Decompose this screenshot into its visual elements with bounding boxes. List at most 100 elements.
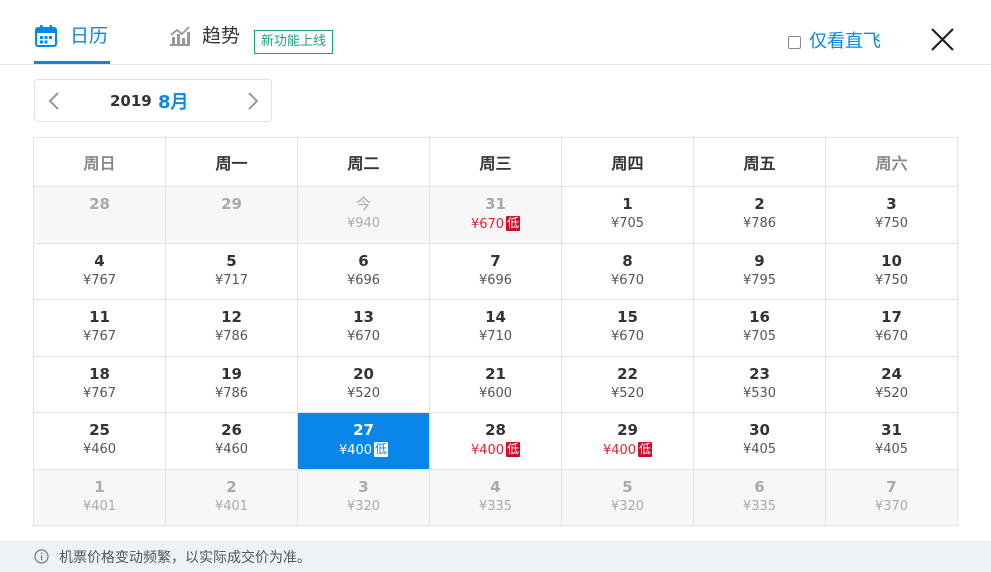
calendar-week-row: 28 29 今 ¥940 31 ¥670 低 1 ¥705 2 ¥786 3 ¥750	[34, 187, 958, 244]
calendar-day[interactable]: 30 ¥405	[694, 413, 826, 470]
day-price: ¥795	[694, 273, 825, 289]
day-number: 25	[89, 421, 110, 439]
tab-calendar[interactable]: 日历	[34, 24, 110, 64]
price-value: ¥940	[346, 216, 381, 231]
price-value: ¥460	[214, 442, 249, 457]
day-price: ¥670	[562, 329, 693, 345]
price-value: ¥750	[874, 272, 909, 288]
day-number: 9	[754, 251, 765, 270]
price-value: ¥696	[346, 272, 381, 288]
calendar-week-row: 1 ¥401 2 ¥401 3 ¥320 4 ¥335 5 ¥320 6 ¥335 7 ¥370	[34, 469, 958, 526]
day-price: ¥405	[694, 442, 825, 458]
day-price: ¥401	[166, 499, 297, 515]
calendar-day[interactable]: 19 ¥786	[166, 356, 298, 413]
low-price-badge: 低	[506, 442, 521, 457]
price-value: ¥460	[82, 442, 117, 457]
day-number: 6	[358, 251, 369, 270]
calendar-day: 2 ¥401	[166, 469, 298, 526]
chevron-left-icon	[48, 92, 59, 110]
calendar-day: 7 ¥370	[826, 469, 958, 526]
day-number: 14	[485, 308, 506, 326]
calendar-day[interactable]: 14 ¥710	[430, 300, 562, 357]
day-price: ¥717	[166, 273, 297, 289]
trend-chart-icon	[168, 24, 192, 48]
calendar-day[interactable]: 31 ¥405	[826, 413, 958, 470]
day-price: ¥320	[562, 499, 693, 515]
day-price: ¥335	[694, 499, 825, 515]
calendar-day[interactable]: 22 ¥520	[562, 356, 694, 413]
day-price: ¥767	[34, 329, 165, 345]
price-value: ¥370	[874, 498, 909, 514]
calendar-day[interactable]: 1 ¥705	[562, 187, 694, 244]
calendar-day: 1 ¥401	[34, 469, 166, 526]
calendar-day[interactable]: 24 ¥520	[826, 356, 958, 413]
direct-only-toggle[interactable]: 仅看直飞	[788, 31, 881, 53]
price-value: ¥405	[742, 442, 777, 457]
price-value: ¥767	[82, 385, 117, 401]
price-value: ¥405	[874, 442, 909, 457]
price-value: ¥520	[610, 385, 645, 401]
day-number: 15	[617, 308, 638, 326]
day-price: ¥767	[34, 386, 165, 402]
close-button[interactable]	[930, 27, 955, 52]
calendar-day[interactable]: 9 ¥795	[694, 243, 826, 300]
price-value: ¥670	[874, 329, 909, 344]
calendar-day[interactable]: 20 ¥520	[298, 356, 430, 413]
calendar-day[interactable]: 5 ¥717	[166, 243, 298, 300]
day-number: 23	[749, 364, 770, 383]
day-number: 30	[749, 421, 770, 439]
day-price: ¥335	[430, 499, 561, 515]
calendar-day[interactable]: 23 ¥530	[694, 356, 826, 413]
calendar-day[interactable]: 8 ¥670	[562, 243, 694, 300]
direct-only-label: 仅看直飞	[809, 31, 881, 52]
price-value: ¥670	[610, 272, 645, 288]
price-value: ¥335	[478, 498, 513, 514]
day-price: ¥750	[826, 273, 957, 289]
day-number: 2	[226, 477, 237, 496]
calendar-day[interactable]: 21 ¥600	[430, 356, 562, 413]
day-number: 6	[754, 477, 765, 496]
day-number: 今	[355, 195, 371, 213]
price-calendar: 周日 周一 周二 周三 周四 周五 周六 28 29 今 ¥940 31 ¥670 低 1 ¥7…	[33, 137, 958, 526]
calendar-day[interactable]: 17 ¥670	[826, 300, 958, 357]
day-price: ¥705	[694, 329, 825, 345]
tab-trend[interactable]: 趋势	[168, 24, 240, 64]
calendar-day[interactable]: 11 ¥767	[34, 300, 166, 357]
calendar-day-selected[interactable]: 27 ¥400 低	[298, 413, 430, 470]
calendar-day[interactable]: 26 ¥460	[166, 413, 298, 470]
calendar-day[interactable]: 29 ¥400 低	[562, 413, 694, 470]
day-number: 16	[749, 308, 770, 326]
calendar-day[interactable]: 3 ¥750	[826, 187, 958, 244]
calendar-day[interactable]: 18 ¥767	[34, 356, 166, 413]
weekday-header: 周日	[34, 138, 166, 187]
price-value: ¥670	[346, 329, 381, 344]
calendar-day[interactable]: 6 ¥696	[298, 243, 430, 300]
calendar-day[interactable]: 28 ¥400 低	[430, 413, 562, 470]
calendar-day[interactable]: 15 ¥670	[562, 300, 694, 357]
day-number: 22	[617, 364, 638, 383]
calendar-day[interactable]: 16 ¥705	[694, 300, 826, 357]
prev-month-button[interactable]	[45, 91, 65, 111]
day-number: 24	[881, 364, 902, 383]
day-price: ¥940	[298, 216, 429, 232]
direct-only-checkbox[interactable]	[788, 35, 801, 49]
calendar-day[interactable]: 13 ¥670	[298, 300, 430, 357]
day-price: ¥320	[298, 499, 429, 515]
calendar-day[interactable]: 7 ¥696	[430, 243, 562, 300]
day-price: ¥696	[298, 273, 429, 289]
price-value: ¥786	[742, 216, 777, 231]
day-number: 5	[226, 251, 237, 270]
calendar-day[interactable]: 12 ¥786	[166, 300, 298, 357]
day-price: ¥520	[562, 386, 693, 402]
calendar-day[interactable]: 4 ¥767	[34, 243, 166, 300]
day-price: ¥401	[34, 499, 165, 515]
weekday-header: 周一	[166, 138, 298, 187]
price-value: ¥696	[478, 272, 513, 288]
next-month-button[interactable]	[242, 91, 262, 111]
calendar-day[interactable]: 10 ¥750	[826, 243, 958, 300]
calendar-day: 4 ¥335	[430, 469, 562, 526]
calendar-day[interactable]: 25 ¥460	[34, 413, 166, 470]
day-price: ¥520	[298, 386, 429, 402]
calendar-day[interactable]: 2 ¥786	[694, 187, 826, 244]
calendar-week-row: 11 ¥767 12 ¥786 13 ¥670 14 ¥710 15 ¥670 16 ¥705 17 ¥6…	[34, 300, 958, 357]
